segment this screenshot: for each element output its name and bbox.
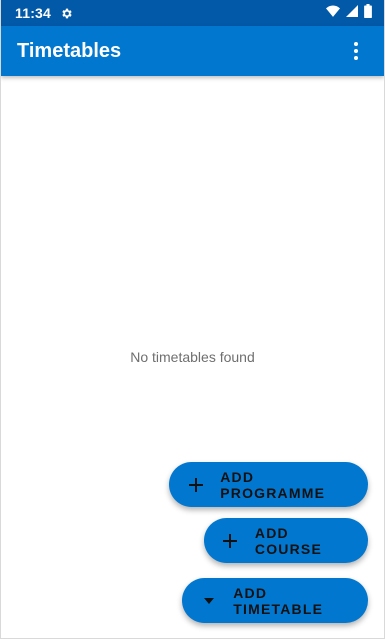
screen: 11:34 Timetables No timetables found ADD… [0, 0, 385, 639]
empty-state-message: No timetables found [130, 349, 255, 365]
status-time: 11:34 [15, 5, 52, 21]
page-title: Timetables [17, 39, 122, 62]
wifi-icon [326, 4, 340, 22]
plus-icon [186, 474, 205, 496]
battery-icon [364, 3, 372, 23]
signal-icon [346, 4, 358, 22]
settings-gear-icon [60, 7, 73, 20]
status-bar: 11:34 [1, 0, 384, 26]
plus-icon [221, 530, 240, 552]
more-vert-icon [354, 42, 358, 46]
add-course-button[interactable]: ADD COURSE [204, 518, 368, 563]
status-icons [326, 3, 372, 23]
add-timetable-button[interactable]: ADD TIMETABLE [182, 578, 368, 623]
add-programme-button[interactable]: ADD PROGRAMME [169, 462, 368, 507]
more-options-button[interactable] [344, 36, 368, 66]
add-course-label: ADD COURSE [254, 524, 322, 557]
add-timetable-label: ADD TIMETABLE [233, 584, 324, 617]
add-programme-label: ADD PROGRAMME [220, 468, 326, 501]
app-bar: Timetables [1, 26, 384, 76]
caret-down-icon [199, 590, 218, 612]
timetable-list: No timetables found ADD PROGRAMME ADD CO… [1, 76, 384, 638]
